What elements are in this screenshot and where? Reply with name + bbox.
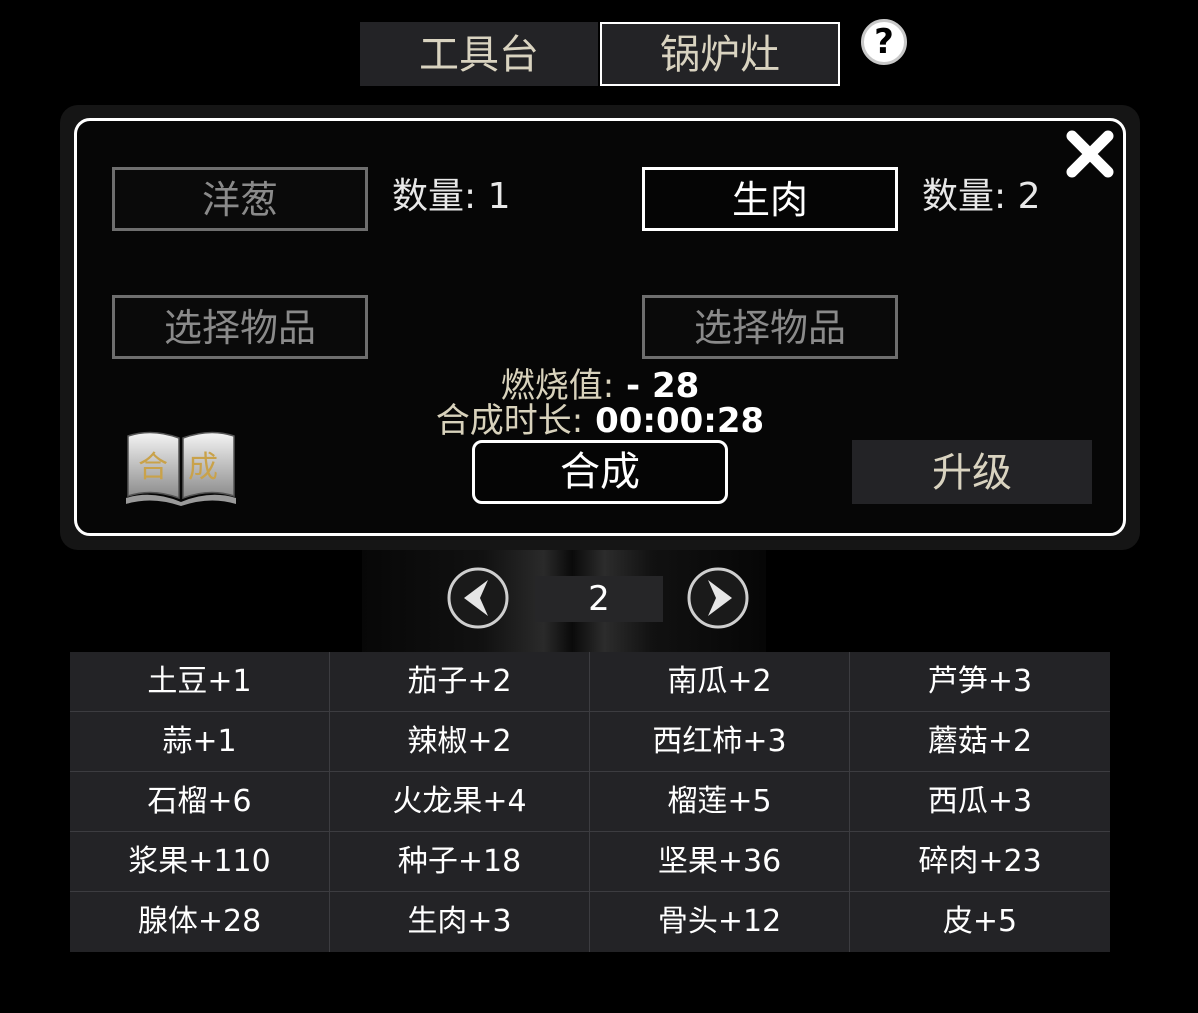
inventory-item[interactable]: 西红柿+3	[590, 712, 850, 772]
inventory-item[interactable]: 浆果+110	[70, 832, 330, 892]
ingredient-slot-4[interactable]: 选择物品	[642, 295, 898, 359]
inventory-item[interactable]: 西瓜+3	[850, 772, 1110, 832]
inventory-item[interactable]: 种子+18	[330, 832, 590, 892]
duration-value: 00:00:28	[583, 401, 765, 441]
quantity-label-1: 数量: 1	[392, 176, 511, 217]
game-screen: 工具台 锅炉灶 ? 洋葱 数量: 1 生肉 数量: 2 选择物品 选择物品 燃烧…	[0, 0, 1198, 1013]
help-icon[interactable]: ?	[861, 19, 907, 65]
inventory-item[interactable]: 碎肉+23	[850, 832, 1110, 892]
ingredient-slot-3[interactable]: 选择物品	[112, 295, 368, 359]
recipe-book-icon[interactable]: 合 成	[122, 428, 240, 506]
inventory-item[interactable]: 腺体+28	[70, 892, 330, 952]
inventory-item[interactable]: 坚果+36	[590, 832, 850, 892]
burn-label: 燃烧值:	[500, 366, 615, 406]
ingredient-slot-2[interactable]: 生肉	[642, 167, 898, 231]
inventory-item[interactable]: 土豆+1	[70, 652, 330, 712]
inventory-item[interactable]: 骨头+12	[590, 892, 850, 952]
tab-stove[interactable]: 锅炉灶	[600, 22, 840, 86]
inventory-item[interactable]: 芦笋+3	[850, 652, 1110, 712]
quantity-label-2: 数量: 2	[922, 176, 1041, 217]
inventory-item[interactable]: 火龙果+4	[330, 772, 590, 832]
inventory-item[interactable]: 南瓜+2	[590, 652, 850, 712]
duration-label: 合成时长:	[435, 401, 584, 441]
close-icon[interactable]	[1062, 126, 1118, 182]
inventory-item[interactable]: 蘑菇+2	[850, 712, 1110, 772]
next-page-icon[interactable]	[686, 566, 750, 630]
inventory-item[interactable]: 皮+5	[850, 892, 1110, 952]
synthesize-button[interactable]: 合成	[472, 440, 728, 504]
burn-value: - 28	[614, 366, 700, 406]
book-glyph-left: 合	[138, 450, 168, 485]
tab-workbench[interactable]: 工具台	[360, 22, 598, 86]
inventory-item[interactable]: 辣椒+2	[330, 712, 590, 772]
duration-line: 合成时长: 00:00:28	[380, 403, 820, 439]
inventory-item[interactable]: 榴莲+5	[590, 772, 850, 832]
inventory-item[interactable]: 蒜+1	[70, 712, 330, 772]
prev-page-icon[interactable]	[446, 566, 510, 630]
book-glyph-right: 成	[188, 450, 218, 485]
inventory-item[interactable]: 茄子+2	[330, 652, 590, 712]
page-number: 2	[535, 576, 663, 622]
upgrade-button[interactable]: 升级	[852, 440, 1092, 504]
inventory-item[interactable]: 生肉+3	[330, 892, 590, 952]
inventory-item[interactable]: 石榴+6	[70, 772, 330, 832]
burn-value-line: 燃烧值: - 28	[380, 368, 820, 404]
ingredient-slot-1[interactable]: 洋葱	[112, 167, 368, 231]
inventory-grid: 土豆+1 茄子+2 南瓜+2 芦笋+3 蒜+1 辣椒+2 西红柿+3 蘑菇+2 …	[70, 652, 1110, 952]
